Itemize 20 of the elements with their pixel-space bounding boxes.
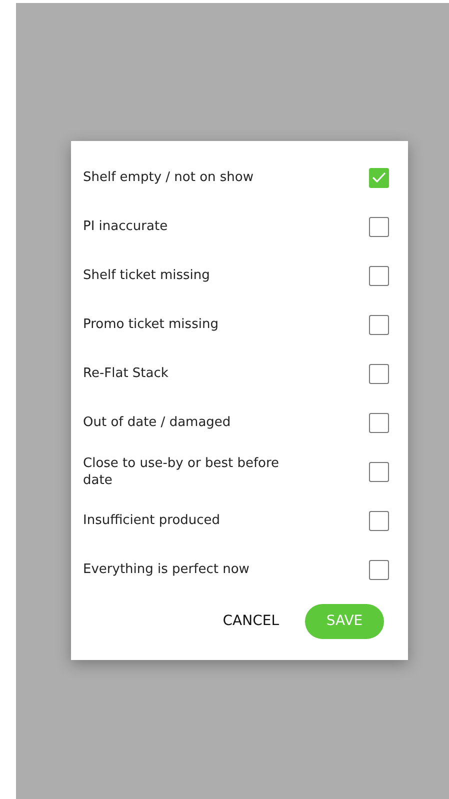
option-label: Promo ticket missing — [83, 316, 220, 333]
option-label: Shelf empty / not on show — [83, 169, 255, 186]
option-label: Insufficient produced — [83, 512, 222, 529]
checkbox[interactable] — [369, 266, 389, 286]
option-label: Everything is perfect now — [83, 561, 250, 578]
checkbox[interactable] — [369, 412, 389, 432]
checkbox[interactable] — [369, 560, 389, 580]
checkbox[interactable] — [369, 364, 389, 384]
checkbox[interactable] — [369, 314, 389, 334]
option-label: Shelf ticket missing — [83, 267, 211, 284]
option-label: Out of date / damaged — [83, 414, 232, 431]
checkbox[interactable] — [369, 510, 389, 530]
option-label: Re-Flat Stack — [83, 365, 170, 382]
checkmark-icon — [372, 172, 386, 183]
checkbox[interactable] — [369, 216, 389, 236]
cancel-button[interactable]: CANCEL — [222, 604, 279, 639]
checkbox[interactable] — [369, 462, 389, 482]
checkbox[interactable] — [369, 168, 389, 188]
option-label: PI inaccurate — [83, 218, 169, 235]
option-label: Close to use-by or best before date — [83, 454, 280, 488]
